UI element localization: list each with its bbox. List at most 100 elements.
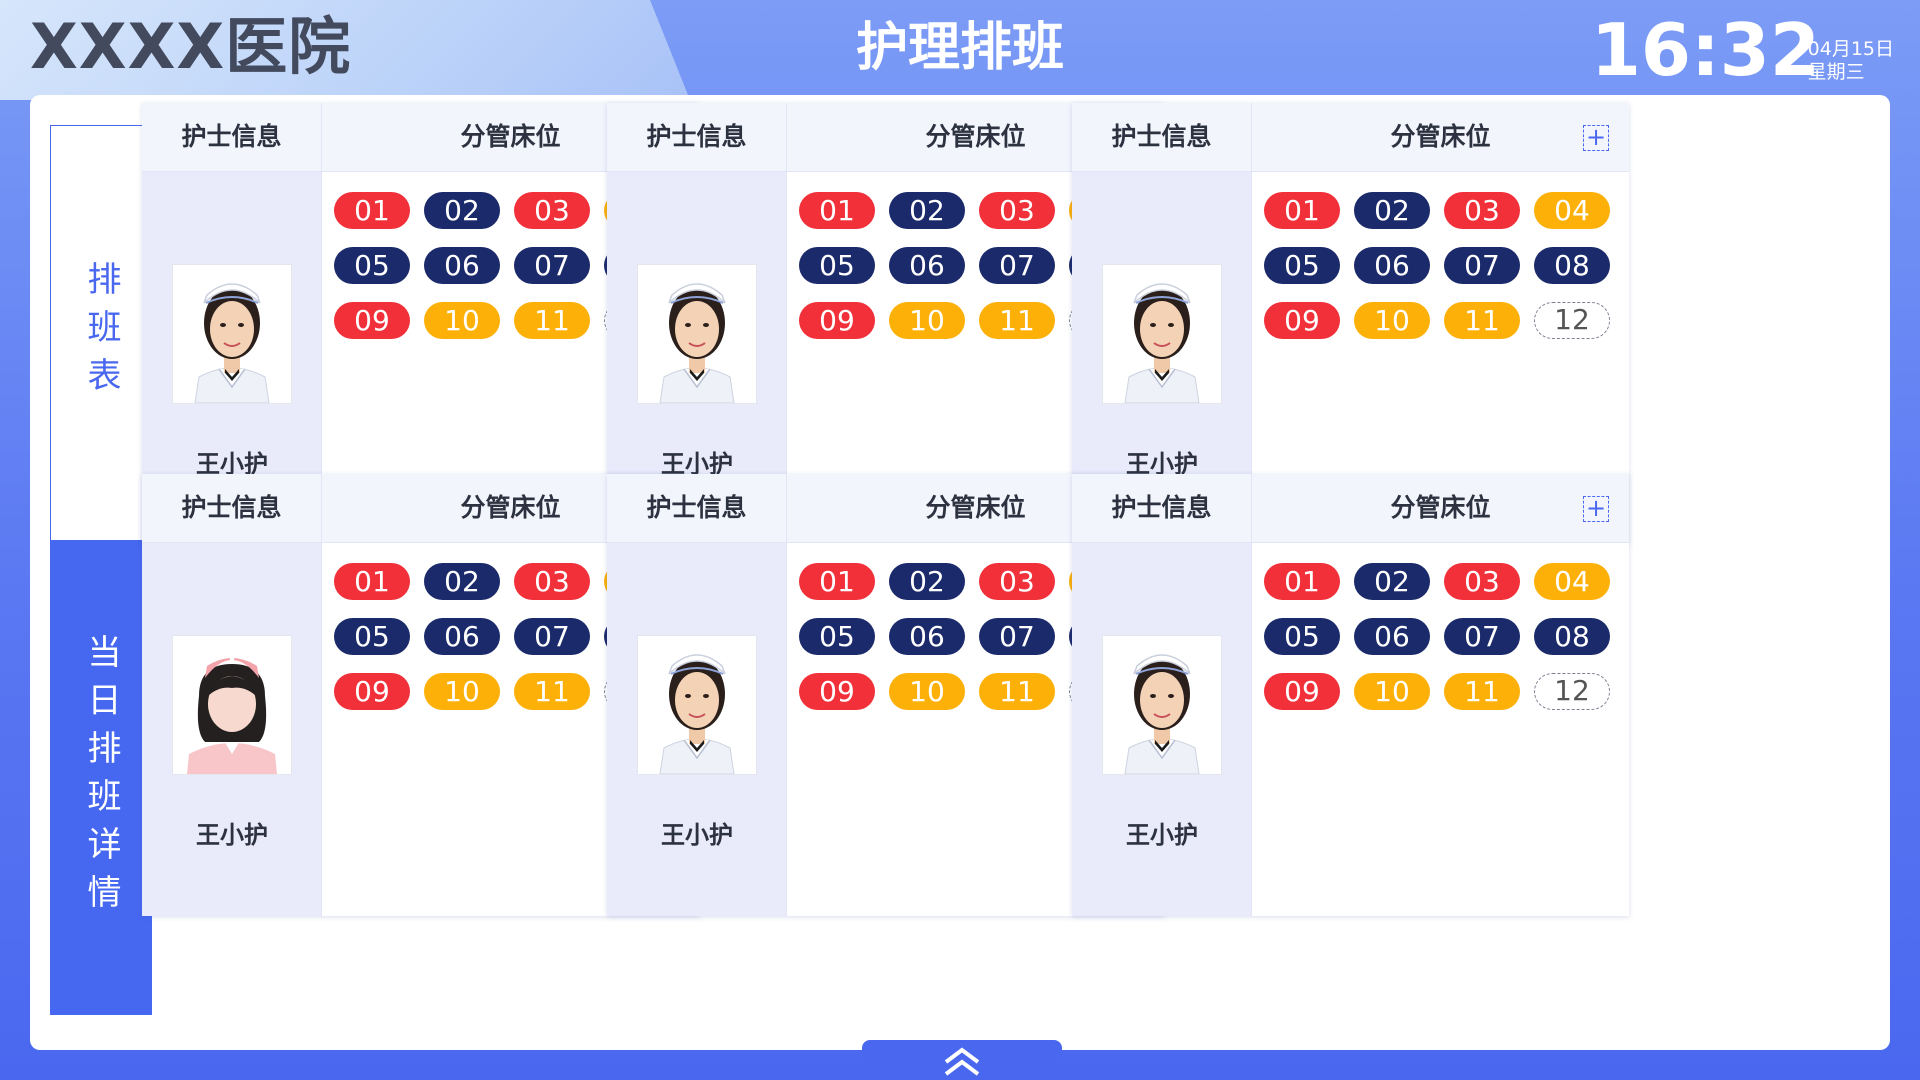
bed-badge[interactable]: 06 [889, 618, 965, 655]
bed-badge[interactable]: 03 [1444, 563, 1520, 600]
bed-badge[interactable]: 12 [1534, 302, 1610, 339]
date-block: 04月15日 星期三 [1808, 38, 1894, 84]
bed-badge[interactable]: 02 [424, 192, 500, 229]
nurse-info-header: 护士信息 [607, 474, 787, 542]
bed-badge[interactable]: 07 [979, 618, 1055, 655]
bed-badge[interactable]: 05 [334, 247, 410, 284]
bed-badge[interactable]: 11 [979, 302, 1055, 339]
add-bed-button[interactable]: + [1583, 125, 1609, 151]
bed-badge[interactable]: 01 [799, 563, 875, 600]
bed-badge[interactable]: 06 [889, 247, 965, 284]
bed-badge[interactable]: 11 [514, 673, 590, 710]
weekday-text: 星期三 [1807, 61, 1865, 83]
bed-badge[interactable]: 10 [1354, 673, 1430, 710]
bed-list: 01 02 03 04 05 06 07 08 09 10 11 12 [1264, 563, 1619, 710]
nurse-info-header: 护士信息 [1072, 474, 1252, 542]
card-header: 护士信息 分管床位 + [1072, 474, 1629, 543]
bed-badge[interactable]: 10 [1354, 302, 1430, 339]
nurse-avatar-illustration [172, 635, 292, 775]
date-text: 04月15日 [1807, 38, 1894, 60]
bed-badge[interactable]: 05 [1264, 247, 1340, 284]
bed-badge[interactable]: 10 [424, 673, 500, 710]
bed-badge[interactable]: 01 [1264, 563, 1340, 600]
bed-badge[interactable]: 02 [889, 563, 965, 600]
bed-badge[interactable]: 06 [1354, 618, 1430, 655]
nurse-info-header: 护士信息 [1072, 103, 1252, 171]
nurse-photo [637, 264, 757, 404]
tab-daily-schedule-detail-label: 当日排班详情 [81, 634, 121, 922]
bed-badge[interactable]: 09 [799, 302, 875, 339]
bed-badge[interactable]: 03 [979, 563, 1055, 600]
plus-icon: + [1585, 123, 1607, 151]
bed-badge[interactable]: 04 [1534, 563, 1610, 600]
bed-badge[interactable]: 07 [514, 618, 590, 655]
bed-badge[interactable]: 09 [1264, 302, 1340, 339]
bed-badge[interactable]: 08 [1534, 618, 1610, 655]
bed-badge[interactable]: 10 [424, 302, 500, 339]
nurse-info-column: 王小护 [607, 543, 787, 916]
bed-badge[interactable]: 03 [514, 563, 590, 600]
bed-badge[interactable]: 11 [514, 302, 590, 339]
add-bed-button[interactable]: + [1583, 496, 1609, 522]
bed-badge[interactable]: 12 [1534, 673, 1610, 710]
double-chevron-up-icon [944, 1047, 980, 1076]
nurse-name: 王小护 [1126, 821, 1198, 849]
nurse-photo [637, 635, 757, 775]
assigned-beds-header: 分管床位 [1390, 493, 1491, 522]
bed-badge[interactable]: 02 [1354, 563, 1430, 600]
scroll-up-button[interactable] [862, 1040, 1062, 1080]
nurse-info-header: 护士信息 [142, 474, 322, 542]
bed-badge[interactable]: 05 [334, 618, 410, 655]
bed-badge[interactable]: 03 [1444, 192, 1520, 229]
bed-badge[interactable]: 10 [889, 302, 965, 339]
nurse-card: 护士信息 分管床位 + 王小护 01 02 03 04 05 06 07 08 09 10 11 12 [1072, 474, 1629, 916]
bed-badge[interactable]: 06 [424, 247, 500, 284]
bed-badge[interactable]: 01 [799, 192, 875, 229]
bed-badge[interactable]: 03 [514, 192, 590, 229]
bed-badge[interactable]: 02 [1354, 192, 1430, 229]
nurse-info-header: 护士信息 [607, 103, 787, 171]
card-header: 护士信息 分管床位 + [1072, 103, 1629, 172]
bed-badge[interactable]: 06 [1354, 247, 1430, 284]
bed-badge[interactable]: 01 [334, 192, 410, 229]
bed-badge[interactable]: 06 [424, 618, 500, 655]
bed-badge[interactable]: 02 [889, 192, 965, 229]
bed-badge[interactable]: 09 [799, 673, 875, 710]
bed-badge[interactable]: 07 [1444, 618, 1520, 655]
nurse-name: 王小护 [196, 821, 268, 849]
bed-badge[interactable]: 07 [514, 247, 590, 284]
plus-icon: + [1585, 494, 1607, 522]
bed-badge[interactable]: 07 [979, 247, 1055, 284]
nurse-info-column: 王小护 [1072, 543, 1252, 916]
bed-badge[interactable]: 11 [979, 673, 1055, 710]
nurse-info-column: 王小护 [142, 543, 322, 916]
tab-schedule-table[interactable]: 排班表 [50, 125, 152, 541]
tab-daily-schedule-detail[interactable]: 当日排班详情 [50, 541, 152, 1015]
bed-badge[interactable]: 11 [1444, 673, 1520, 710]
nurse-photo [1102, 635, 1222, 775]
bed-badge[interactable]: 11 [1444, 302, 1520, 339]
nurse-photo [1102, 264, 1222, 404]
nurse-name: 王小护 [661, 821, 733, 849]
bed-badge[interactable]: 04 [1534, 192, 1610, 229]
bed-badge[interactable]: 08 [1534, 247, 1610, 284]
bed-badge[interactable]: 02 [424, 563, 500, 600]
bed-badge[interactable]: 09 [334, 673, 410, 710]
bed-badge[interactable]: 05 [799, 247, 875, 284]
bed-badge[interactable]: 05 [799, 618, 875, 655]
nurse-info-header: 护士信息 [142, 103, 322, 171]
tab-schedule-table-label: 排班表 [81, 261, 121, 405]
bed-badge[interactable]: 09 [334, 302, 410, 339]
bed-badge[interactable]: 01 [1264, 192, 1340, 229]
bed-badge[interactable]: 01 [334, 563, 410, 600]
clock-time: 16:32 [1590, 8, 1820, 92]
bed-badge[interactable]: 07 [1444, 247, 1520, 284]
main-panel: 排班表 当日排班详情 护士信息 分管床位 + 王小护 0102030405060… [30, 95, 1890, 1050]
nurse-photo [172, 264, 292, 404]
bed-badge[interactable]: 09 [1264, 673, 1340, 710]
bed-list: 01 02 03 04 05 06 07 08 09 10 11 12 [1264, 192, 1619, 339]
bed-badge[interactable]: 10 [889, 673, 965, 710]
bed-badge[interactable]: 03 [979, 192, 1055, 229]
assigned-beds-header: 分管床位 [1390, 122, 1491, 151]
bed-badge[interactable]: 05 [1264, 618, 1340, 655]
